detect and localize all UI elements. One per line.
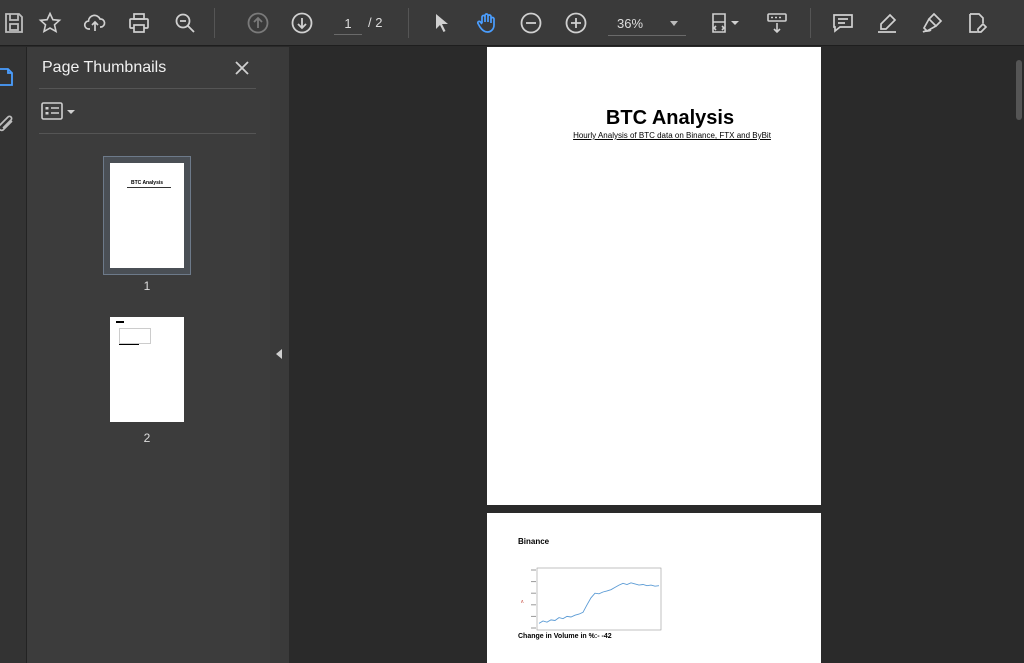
thumbnail-subtitle-line <box>127 187 171 188</box>
bookmark-star-icon[interactable] <box>36 9 64 37</box>
price-line-chart: ʌ <box>521 567 662 631</box>
close-icon[interactable] <box>231 57 253 79</box>
next-page-icon[interactable] <box>288 9 316 37</box>
document-subtitle: Hourly Analysis of BTC data on Binance, … <box>573 131 771 140</box>
hand-tool-icon[interactable] <box>473 9 501 37</box>
volume-change-text: Change in Volume in %:- -42 <box>518 633 612 640</box>
vertical-scrollbar[interactable] <box>1014 47 1024 663</box>
select-cursor-icon[interactable] <box>428 9 456 37</box>
toolbar-divider <box>810 8 811 38</box>
thumbnail-page-1[interactable]: BTC Analysis <box>110 163 184 268</box>
chevron-down-icon <box>670 21 678 26</box>
fill-sign-icon[interactable] <box>963 9 991 37</box>
save-icon[interactable] <box>0 9 28 37</box>
zoom-search-icon[interactable] <box>171 9 199 37</box>
panel-collapse-bar[interactable] <box>270 47 289 663</box>
page-number-input[interactable]: 1 <box>334 12 362 35</box>
chart-y-ticks <box>531 569 536 629</box>
thumbnail-page-1-title: BTC Analysis <box>130 180 164 186</box>
panel-title: Page Thumbnails <box>42 59 167 76</box>
chevron-left-icon <box>276 349 282 359</box>
document-title: BTC Analysis <box>605 107 735 129</box>
main-toolbar: 1 / 2 36% <box>0 0 1024 46</box>
zoom-in-icon[interactable] <box>562 9 590 37</box>
scrollbar-thumb[interactable] <box>1016 60 1022 120</box>
chart-y-axis-mark: ʌ <box>521 599 524 605</box>
document-page-2: Binance ʌ Change in Volume in %:- -42 <box>487 513 821 663</box>
highlight-pen-icon[interactable] <box>873 9 901 37</box>
comment-icon[interactable] <box>829 9 857 37</box>
page-thumbnails-icon[interactable] <box>0 65 18 89</box>
attachment-paperclip-icon[interactable] <box>0 115 18 139</box>
zoom-level-dropdown[interactable]: 36% <box>608 11 686 36</box>
chart-plot-frame <box>536 567 662 631</box>
left-rail <box>0 47 27 663</box>
thumbnail-footer-mark <box>119 344 139 345</box>
thumbnail-heading-mark <box>116 321 124 323</box>
thumbnail-chart-mark <box>119 328 151 344</box>
document-page-1: BTC Analysis Hourly Analysis of BTC data… <box>487 47 821 505</box>
thumbnail-number: 2 <box>143 431 151 445</box>
thumbnail-options-menu[interactable] <box>41 101 81 123</box>
zoom-out-icon[interactable] <box>517 9 545 37</box>
thumbnails-panel: Page Thumbnails BTC Analysis 1 2 <box>27 47 270 663</box>
print-icon[interactable] <box>125 9 153 37</box>
toolbar-divider <box>214 8 215 38</box>
zoom-level-value: 36% <box>617 16 644 31</box>
section-title: Binance <box>518 537 550 546</box>
page-total-label: / 2 <box>368 15 383 30</box>
previous-page-icon[interactable] <box>244 9 272 37</box>
toolbar-divider <box>408 8 409 38</box>
scroll-mode-icon[interactable] <box>763 9 791 37</box>
draw-pen-icon[interactable] <box>918 9 946 37</box>
panel-divider <box>39 88 256 89</box>
cloud-upload-icon[interactable] <box>81 9 109 37</box>
thumbnail-page-2[interactable] <box>110 317 184 422</box>
thumbnail-number: 1 <box>143 279 151 293</box>
page-fit-icon[interactable] <box>704 9 744 37</box>
panel-divider <box>39 133 256 134</box>
